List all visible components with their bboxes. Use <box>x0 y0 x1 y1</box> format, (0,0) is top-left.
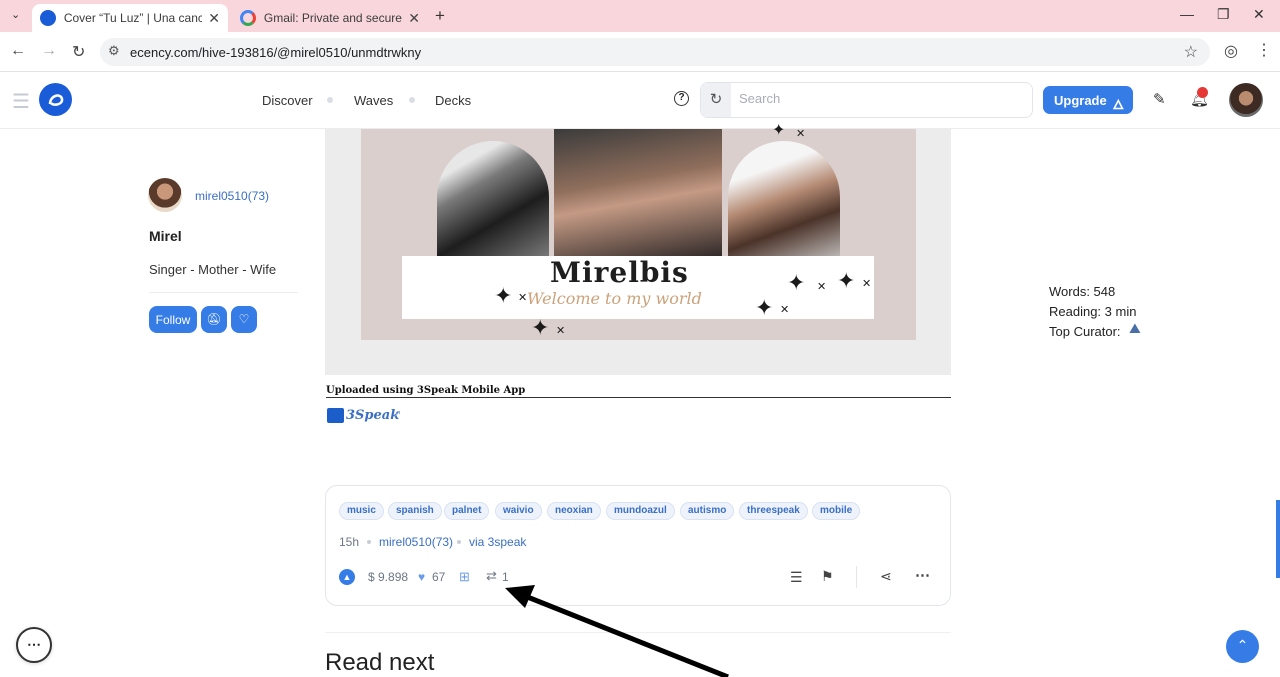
annotation-arrow <box>505 585 729 677</box>
